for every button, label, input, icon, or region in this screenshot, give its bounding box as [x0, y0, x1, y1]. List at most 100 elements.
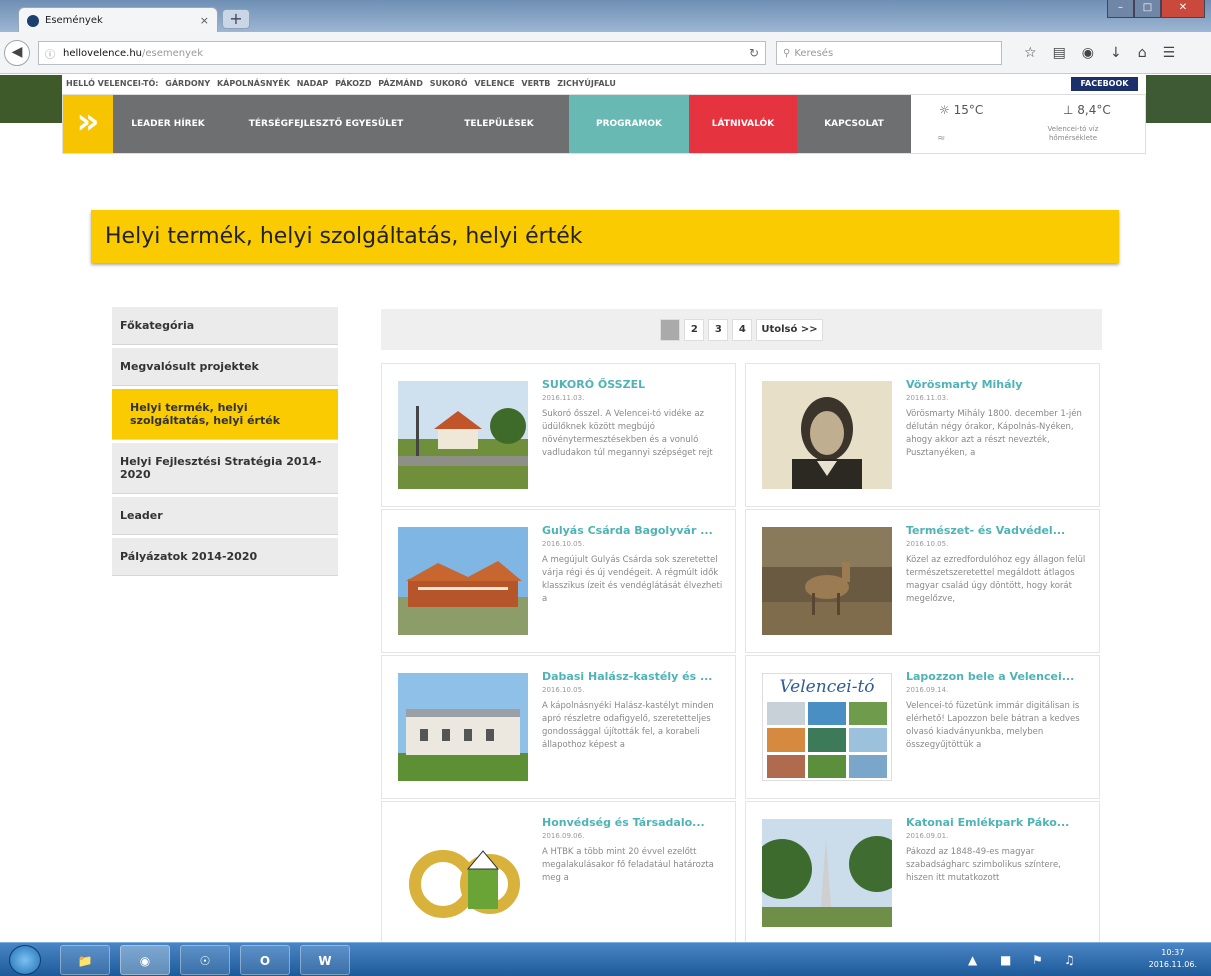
nav-telepulesek[interactable]: TELEPÜLÉSEK [429, 95, 569, 153]
page-title: Helyi termék, helyi szolgáltatás, helyi … [91, 210, 1119, 263]
page-3-button[interactable]: 3 [708, 318, 729, 341]
water-temp-note: Velencei-tó víz hőmérséklete [1047, 125, 1099, 142]
card-image[interactable] [398, 673, 528, 781]
nav-programok[interactable]: PROGRAMOK [569, 95, 689, 153]
card-title[interactable]: Vörösmarty Mihály [906, 378, 1090, 391]
nav-leader-hirek[interactable]: LEADER HÍREK [113, 95, 223, 153]
chevron-logo-icon[interactable]: » [63, 95, 113, 153]
sidebar-item-megvalosult-projektek[interactable]: Megvalósult projektek [112, 348, 338, 386]
town-link[interactable]: GÁRDONY [165, 79, 210, 88]
home-icon[interactable]: ⌂ [1138, 45, 1147, 61]
event-card[interactable]: Velencei-tó Lapozzon bele a Velencei... … [745, 655, 1100, 799]
address-bar[interactable]: ⓘ hellovelence.hu/esemenyek ↻ [38, 41, 766, 65]
firefox-icon[interactable]: ◉ [120, 945, 170, 975]
minimize-button[interactable]: – [1107, 0, 1134, 18]
town-link[interactable]: VERTB [521, 79, 550, 88]
bookmarks-list-icon[interactable]: ▤ [1053, 45, 1066, 61]
reload-icon[interactable]: ↻ [749, 46, 759, 60]
town-link[interactable]: PÁKOZD [335, 79, 371, 88]
page-1-button[interactable]: 1 [660, 318, 681, 341]
card-title[interactable]: Természet- és Vadvédel... [906, 524, 1090, 537]
nav-tersegfejleszto[interactable]: TÉRSÉGFEJLESZTŐ EGYESÜLET [223, 95, 429, 153]
page-2-button[interactable]: 2 [684, 318, 705, 341]
card-title[interactable]: Dabasi Halász-kastély és ... [542, 670, 726, 683]
sidebar-item-palyazatok[interactable]: Pályázatok 2014-2020 [112, 538, 338, 576]
word-icon[interactable]: W [300, 945, 350, 975]
card-date: 2016.11.03. [906, 394, 949, 402]
back-button[interactable]: ◀ [4, 40, 30, 66]
card-excerpt: A HTBK a több mint 20 évvel ezelőtt mega… [542, 847, 714, 883]
event-card[interactable]: Vörösmarty Mihály 2016.11.03. Vörösmarty… [745, 363, 1100, 507]
browser-nav-bar: ◀ ⓘ hellovelence.hu/esemenyek ↻ ⚲ Keresé… [0, 32, 1211, 74]
bookmark-star-icon[interactable]: ☆ [1024, 45, 1037, 61]
browser-tab[interactable]: Események × [18, 7, 218, 33]
new-tab-button[interactable]: + [222, 9, 250, 29]
page-4-button[interactable]: 4 [732, 318, 753, 341]
event-card[interactable]: Katonai Emlékpark Páko... 2016.09.01. Pá… [745, 801, 1100, 942]
card-image[interactable] [762, 381, 892, 489]
pocket-icon[interactable]: ◉ [1082, 45, 1094, 61]
taskbar-clock[interactable]: 10:37 2016.11.06. [1149, 947, 1197, 971]
nav-kapcsolat[interactable]: KAPCSOLAT [797, 95, 911, 153]
tab-close-icon[interactable]: × [200, 14, 209, 27]
card-image[interactable] [762, 527, 892, 635]
search-input[interactable]: ⚲ Keresés [776, 41, 1002, 65]
event-card[interactable]: SUKORÓ ŐSSZEL 2016.11.03. Sukoró ősszel.… [381, 363, 736, 507]
card-title[interactable]: Katonai Emlékpark Páko... [906, 816, 1090, 829]
event-card[interactable]: Gulyás Csárda Bagolyvár ... 2016.10.05. … [381, 509, 736, 653]
last-page-button[interactable]: Utolsó >> [756, 318, 823, 341]
card-image[interactable] [398, 527, 528, 635]
sidebar-item-leader[interactable]: Leader [112, 497, 338, 535]
town-link[interactable]: VELENCE [474, 79, 514, 88]
url-host: hellovelence.hu [63, 47, 143, 59]
downloads-icon[interactable]: ↓ [1110, 45, 1122, 61]
card-image[interactable] [398, 819, 528, 927]
card-excerpt: Velencei-tó füzetünk immár digitálisan i… [906, 701, 1080, 750]
sidebar-item-helyi-fejlesztesi-strategia[interactable]: Helyi Fejlesztési Stratégia 2014-2020 [112, 443, 338, 494]
sidebar-item-fokategoria[interactable]: Főkategória [112, 307, 338, 345]
card-excerpt: A megújult Gulyás Csárda sok szeretettel… [542, 555, 723, 604]
tray-security-icon[interactable]: ■ [1000, 953, 1011, 967]
url-path: /esemenyek [142, 47, 203, 59]
card-image[interactable] [762, 819, 892, 927]
toolbar-icons: ☆ ▤ ◉ ↓ ⌂ ☰ [1024, 45, 1175, 61]
event-card[interactable]: Természet- és Vadvédel... 2016.10.05. Kö… [745, 509, 1100, 653]
card-image[interactable] [398, 381, 528, 489]
info-icon[interactable]: ⓘ [45, 46, 55, 61]
brochure-title: Velencei-tó [779, 677, 875, 697]
outlook-icon[interactable]: O [240, 945, 290, 975]
town-link[interactable]: ZICHYÚJFALU [557, 79, 616, 88]
card-date: 2016.09.14. [906, 686, 949, 694]
town-link[interactable]: KÁPOLNÁSNYÉK [217, 79, 290, 88]
brochure-photo-grid [767, 702, 887, 778]
town-link[interactable]: SUKORÓ [430, 79, 468, 88]
tray-network-icon[interactable]: ▲ [968, 953, 977, 967]
card-title[interactable]: Lapozzon bele a Velencei... [906, 670, 1090, 683]
tab-title: Események [45, 15, 103, 26]
search-icon: ⚲ [783, 47, 791, 59]
card-excerpt: Közel az ezredfordulóhoz egy állagon fel… [906, 555, 1086, 604]
card-image[interactable]: Velencei-tó [762, 673, 892, 781]
sidebar-item-helyi-termek[interactable]: Helyi termék, helyi szolgáltatás, helyi … [112, 389, 338, 440]
windows-taskbar: 📁 ◉ ☉ O W ▲ ■ ⚑ ♫ 10:37 2016.11.06. [0, 942, 1211, 976]
event-card[interactable]: Dabasi Halász-kastély és ... 2016.10.05.… [381, 655, 736, 799]
maximize-button[interactable]: □ [1134, 0, 1161, 18]
start-button[interactable] [9, 945, 41, 975]
card-excerpt: Pákozd az 1848-49-es magyar szabadsághar… [906, 847, 1061, 883]
tray-volume-icon[interactable]: ♫ [1064, 953, 1075, 967]
close-window-button[interactable]: ✕ [1161, 0, 1205, 18]
explorer-icon[interactable]: 📁 [60, 945, 110, 975]
town-link[interactable]: NADAP [297, 79, 329, 88]
town-link[interactable]: PÁZMÁND [378, 79, 423, 88]
card-title[interactable]: Gulyás Csárda Bagolyvár ... [542, 524, 726, 537]
card-date: 2016.09.06. [542, 832, 585, 840]
card-date: 2016.11.03. [542, 394, 585, 402]
event-card[interactable]: Honvédség és Társadalo... 2016.09.06. A … [381, 801, 736, 942]
tray-flag-icon[interactable]: ⚑ [1032, 953, 1043, 967]
card-title[interactable]: Honvédség és Társadalo... [542, 816, 726, 829]
chrome-icon[interactable]: ☉ [180, 945, 230, 975]
facebook-link[interactable]: FACEBOOK [1071, 77, 1138, 91]
card-title[interactable]: SUKORÓ ŐSSZEL [542, 378, 726, 391]
nav-latnivalok[interactable]: LÁTNIVALÓK [689, 95, 797, 153]
menu-icon[interactable]: ☰ [1163, 45, 1176, 61]
